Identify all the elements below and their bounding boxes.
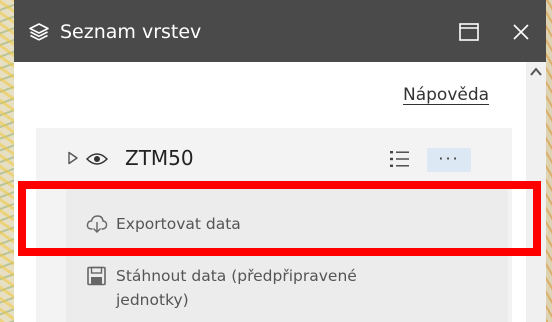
menu-item-export-data[interactable]: Exportovat data [66,204,508,244]
layer-row-ztm50[interactable]: ZTM50 ··· [36,128,512,188]
floppy-disk-icon [87,266,106,286]
layer-list-panel: Seznam vrstev Nápověda ZTM50 ··· Exporto… [14,0,546,322]
help-link[interactable]: Nápověda [403,84,489,106]
eye-icon[interactable] [86,152,108,166]
cloud-download-icon [86,215,108,233]
vertical-scrollbar[interactable] [526,62,546,322]
maximize-icon[interactable] [458,22,480,42]
close-icon[interactable] [510,21,532,43]
panel-title: Seznam vrstev [60,21,202,43]
layer-list: ZTM50 ··· Exportovat data Stáhnout data … [36,128,512,322]
scroll-up-arrow-icon[interactable] [529,66,543,78]
more-options-label: ··· [438,149,460,168]
panel-titlebar: Seznam vrstev [14,0,546,62]
more-options-button[interactable]: ··· [427,148,471,172]
layer-name: ZTM50 [125,146,194,170]
caret-right-icon[interactable] [67,151,79,165]
layer-actions-menu: Exportovat data Stáhnout data (předpřipr… [66,188,508,322]
menu-item-download-data[interactable]: Stáhnout data (předpřipravené jednotky) [66,262,508,322]
map-background-left [0,0,14,322]
legend-list-icon[interactable] [389,149,411,169]
map-background-right [546,0,552,322]
menu-item-label: Stáhnout data (předpřipravené jednotky) [116,267,357,309]
menu-item-label: Exportovat data [116,215,241,233]
layers-icon [29,23,49,41]
